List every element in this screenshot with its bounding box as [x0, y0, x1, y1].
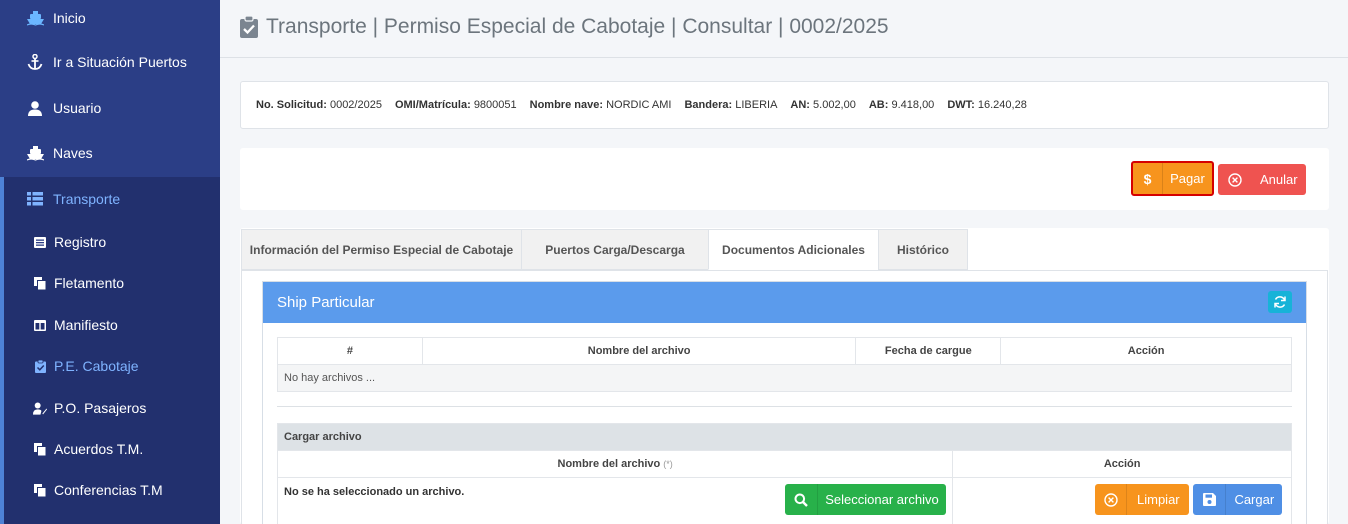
- vessel-info-card: No. Solicitud: 0002/2025 OMI/Matrícula: …: [240, 81, 1329, 129]
- columns-icon: [33, 318, 47, 332]
- sidebar-item-inicio[interactable]: Inicio: [0, 0, 220, 36]
- copy-icon: [33, 483, 47, 497]
- table-row: No hay archivos ...: [277, 364, 1292, 392]
- nave-field: Nombre nave: NORDIC AMI: [529, 99, 672, 111]
- tab-documentos-adicionales[interactable]: Documentos Adicionales: [708, 229, 879, 270]
- sidebar-item-transporte[interactable]: Transporte: [0, 179, 220, 219]
- sidebar-item-label: Ir a Situación Puertos: [53, 54, 187, 70]
- user-icon: [26, 99, 44, 117]
- clipboard-check-icon: [33, 359, 47, 373]
- save-icon: [1193, 484, 1227, 515]
- sidebar-item-naves[interactable]: Naves: [0, 133, 220, 173]
- dwt-field: DWT: 16.240,28: [947, 99, 1027, 111]
- sidebar-item-label: Manifiesto: [54, 317, 118, 333]
- anchor-icon: [26, 53, 44, 71]
- sidebar: Inicio Ir a Situación Puertos Usuario Na…: [0, 0, 220, 524]
- main-content: Transporte | Permiso Especial de Cabotaj…: [220, 0, 1348, 524]
- sidebar-subitem-manifiesto[interactable]: Manifiesto: [0, 307, 220, 343]
- sidebar-item-label: Fletamento: [54, 275, 125, 291]
- sidebar-subitem-registro[interactable]: Registro: [0, 224, 220, 260]
- omi-field: OMI/Matrícula: 9800051: [394, 99, 517, 111]
- sidebar-subitem-fletamento[interactable]: Fletamento: [0, 265, 220, 301]
- sidebar-subitem-conferencias[interactable]: Conferencias T.M: [0, 472, 220, 508]
- col-action: Acción: [1000, 337, 1292, 365]
- tab-puertos-carga[interactable]: Puertos Carga/Descarga: [521, 229, 709, 270]
- ship-particular-panel: Ship Particular # Nombre del archivo Fec…: [262, 281, 1307, 524]
- divider: [277, 406, 1292, 407]
- clear-button[interactable]: Limpiar: [1095, 484, 1190, 515]
- upload-action-cell: Limpiar Cargar: [952, 477, 1292, 524]
- ship-icon: [26, 9, 44, 27]
- sidebar-item-label: Inicio: [53, 10, 86, 26]
- panel-title: Ship Particular: [277, 294, 375, 311]
- sidebar-item-label: Transporte: [53, 191, 121, 207]
- sidebar-item-situacion-puertos[interactable]: Ir a Situación Puertos: [0, 42, 220, 82]
- sidebar-item-label: Acuerdos T.M.: [54, 441, 144, 457]
- solicitud-field: No. Solicitud: 0002/2025: [256, 99, 382, 111]
- page-title: Transporte | Permiso Especial de Cabotaj…: [266, 15, 889, 38]
- sidebar-item-label: Naves: [53, 145, 93, 161]
- ship-icon: [26, 144, 44, 162]
- select-file-button[interactable]: Seleccionar archivo: [785, 484, 946, 515]
- tab-historico[interactable]: Histórico: [878, 229, 968, 270]
- tabs-card: Información del Permiso Especial de Cabo…: [240, 228, 1329, 524]
- copy-icon: [33, 442, 47, 456]
- required-mark: (*): [663, 459, 673, 469]
- pay-button[interactable]: $ Pagar: [1131, 161, 1214, 196]
- times-circle-icon: [1095, 484, 1128, 515]
- sidebar-item-label: P.E. Cabotaje: [54, 358, 139, 374]
- sidebar-item-label: Conferencias T.M: [54, 482, 163, 498]
- col-upload-date: Fecha de cargue: [855, 337, 1002, 365]
- cancel-button[interactable]: Anular: [1218, 164, 1306, 195]
- page-header: Transporte | Permiso Especial de Cabotaj…: [220, 0, 1348, 58]
- bandera-field: Bandera: LIBERIA: [684, 99, 778, 111]
- ab-field: AB: 9.418,00: [868, 99, 935, 111]
- an-field: AN: 5.002,00: [790, 99, 856, 111]
- sidebar-subitem-po-pasajeros[interactable]: P.O. Pasajeros: [0, 390, 220, 426]
- action-bar: $ Pagar Anular: [240, 148, 1329, 210]
- col-upload-filename: Nombre del archivo (*): [276, 450, 954, 478]
- upload-caption: Cargar archivo: [277, 423, 1292, 451]
- sidebar-subitem-pe-cabotaje[interactable]: P.E. Cabotaje: [0, 348, 220, 384]
- col-upload-action: Acción: [952, 450, 1292, 478]
- sidebar-item-usuario[interactable]: Usuario: [0, 88, 220, 128]
- dollar-icon: $: [1133, 163, 1163, 194]
- tab-informacion-permiso[interactable]: Información del Permiso Especial de Cabo…: [241, 229, 522, 270]
- refresh-button[interactable]: [1268, 291, 1292, 313]
- sidebar-item-label: Registro: [54, 234, 107, 250]
- file-cell: No se ha seleccionado un archivo. Selecc…: [276, 477, 954, 524]
- panel-header: Ship Particular: [263, 282, 1306, 323]
- sidebar-item-label: P.O. Pasajeros: [54, 400, 147, 416]
- selected-file-text: No se ha seleccionado un archivo.: [284, 486, 465, 498]
- sidebar-subitem-acuerdos[interactable]: Acuerdos T.M.: [0, 431, 220, 467]
- list-alt-icon: [33, 235, 47, 249]
- times-circle-icon: [1218, 164, 1252, 195]
- empty-message: No hay archivos ...: [277, 364, 1292, 392]
- upload-table: Cargar archivo Nombre del archivo (*) Ac…: [276, 423, 1292, 524]
- search-icon: [785, 484, 818, 515]
- user-edit-icon: [33, 401, 47, 415]
- sidebar-item-label: Usuario: [53, 100, 102, 116]
- col-index: #: [277, 337, 423, 365]
- clipboard-check-icon: [240, 15, 258, 43]
- files-table: # Nombre del archivo Fecha de cargue Acc…: [277, 337, 1292, 392]
- list-icon: [26, 190, 44, 208]
- copy-icon: [33, 276, 47, 290]
- refresh-icon: [1274, 296, 1286, 308]
- col-filename: Nombre del archivo: [421, 337, 857, 365]
- upload-button[interactable]: Cargar: [1193, 484, 1283, 515]
